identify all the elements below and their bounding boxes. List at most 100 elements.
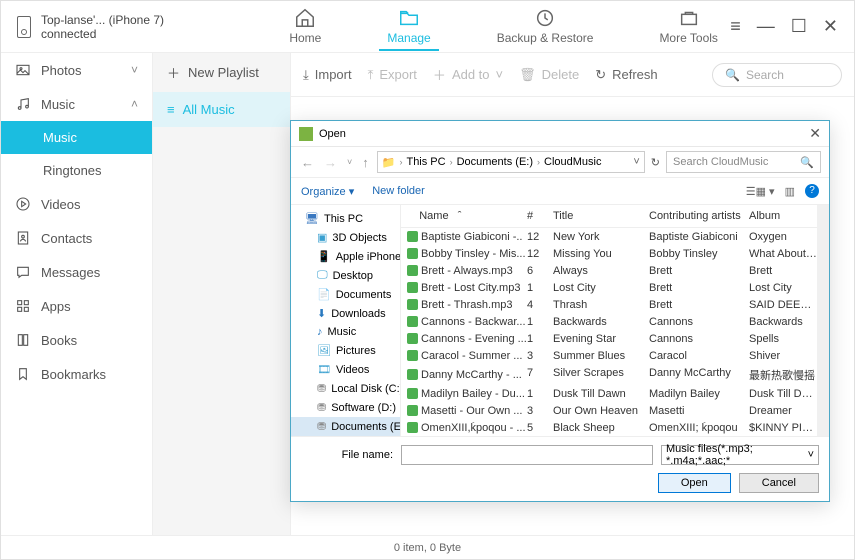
export-button[interactable]: ⤒Export (368, 67, 417, 83)
new-folder-button[interactable]: New folder (372, 185, 425, 197)
tab-tools[interactable]: More Tools (651, 3, 725, 51)
tree-iphone[interactable]: 📱Apple iPhone (291, 247, 400, 266)
file-row[interactable]: Baptiste Giabiconi -..12New YorkBaptiste… (401, 228, 817, 245)
audio-file-icon (407, 405, 418, 416)
dialog-body: 🖥This PC ▣3D Objects 📱Apple iPhone 🖵Desk… (291, 205, 829, 436)
file-row[interactable]: Danny McCarthy - ...7Silver ScrapesDanny… (401, 364, 817, 385)
chevron-down-icon: ˅ (496, 67, 504, 82)
sidebar-item-apps[interactable]: Apps (1, 289, 152, 323)
breadcrumb[interactable]: 📁 › This PC › Documents (E:) › CloudMusi… (377, 151, 645, 173)
col-name[interactable]: Name ˆ (407, 210, 527, 222)
file-list-header: Name ˆ # Title Contributing artists Albu… (401, 205, 817, 228)
folder-icon: 📁 (382, 156, 396, 169)
file-row[interactable]: Caracol - Summer ...3Summer BluesCaracol… (401, 347, 817, 364)
sidebar: Photos Music Music Ringtones Videos Cont… (1, 53, 153, 535)
file-row[interactable]: Cannons - Evening ...1Evening StarCannon… (401, 330, 817, 347)
close-icon[interactable]: ✕ (823, 16, 838, 37)
search-icon: 🔍 (800, 156, 814, 169)
audio-file-icon (407, 248, 418, 259)
dialog-nav: ← → ˅ ↑ 📁 › This PC › Documents (E:) › C… (291, 147, 829, 177)
back-icon[interactable]: ← (299, 155, 316, 170)
window-controls: ≡ — ☐ ✕ (730, 16, 838, 37)
tree-3d-objects[interactable]: ▣3D Objects (291, 228, 400, 247)
col-artists[interactable]: Contributing artists (649, 210, 749, 222)
up-icon[interactable]: ↑ (360, 155, 371, 170)
refresh-button[interactable]: ↻Refresh (595, 67, 657, 83)
minimize-icon[interactable]: — (757, 16, 775, 37)
open-button[interactable]: Open (658, 473, 731, 493)
tab-home[interactable]: Home (281, 3, 329, 51)
tree-documents[interactable]: 📄Documents (291, 285, 400, 304)
tree-local-c[interactable]: ⛃Local Disk (C:) (291, 379, 400, 398)
all-music-item[interactable]: ≡ All Music (153, 92, 290, 127)
file-list: Name ˆ # Title Contributing artists Albu… (401, 205, 817, 436)
addto-button[interactable]: ＋Add to˅ (433, 65, 503, 84)
tab-manage[interactable]: Manage (379, 3, 438, 51)
new-playlist-button[interactable]: ＋ New Playlist (153, 53, 290, 92)
dialog-close-icon[interactable]: ✕ (809, 125, 821, 142)
tree-downloads[interactable]: ⬇Downloads (291, 304, 400, 323)
col-album[interactable]: Album (749, 210, 817, 222)
view-mode-button[interactable]: ☰▦ ▾ (746, 185, 775, 198)
tree-desktop[interactable]: 🖵Desktop (291, 266, 400, 285)
device-status: connected (41, 27, 164, 41)
sidebar-item-books[interactable]: Books (1, 323, 152, 357)
help-icon[interactable]: ? (805, 184, 819, 198)
col-title[interactable]: Title (553, 210, 649, 222)
plus-icon: ＋ (167, 63, 180, 82)
menu-icon[interactable]: ≡ (730, 16, 741, 37)
sidebar-item-bookmarks[interactable]: Bookmarks (1, 357, 152, 391)
delete-button[interactable]: 🗑Delete (519, 67, 579, 83)
search-icon: 🔍 (725, 68, 740, 82)
sidebar-item-music[interactable]: Music (1, 87, 152, 121)
tree-software-d[interactable]: ⛃Software (D:) (291, 398, 400, 417)
file-row[interactable]: Madilyn Bailey - Du...1Dusk Till DawnMad… (401, 385, 817, 402)
export-icon: ⤒ (368, 67, 374, 83)
device-info: Top-lanse'... (iPhone 7) connected (17, 13, 277, 41)
breadcrumb-dropdown-icon[interactable]: ˅ (633, 156, 639, 168)
plus-icon: ＋ (433, 65, 446, 84)
sidebar-sub-music[interactable]: Music (1, 121, 152, 154)
cancel-button[interactable]: Cancel (739, 473, 819, 493)
sidebar-item-videos[interactable]: Videos (1, 187, 152, 221)
tree-videos[interactable]: 🎞Videos (291, 360, 400, 379)
import-icon: ⤓ (303, 67, 309, 83)
toolbar: ⤓Import ⤒Export ＋Add to˅ 🗑Delete ↻Refres… (291, 53, 854, 97)
tree-documents-e[interactable]: ⛃Documents (E:) (291, 417, 400, 436)
organize-button[interactable]: Organize ▾ (301, 185, 354, 198)
file-row[interactable]: Brett - Thrash.mp34ThrashBrettSAID DEEP … (401, 296, 817, 313)
forward-icon[interactable]: → (322, 155, 339, 170)
file-type-filter[interactable]: Music files(*.mp3; *.m4a;*.aac;*˅ (661, 445, 819, 465)
file-row[interactable]: Masetti - Our Own ...3Our Own HeavenMase… (401, 402, 817, 419)
dialog-toolbar: Organize ▾ New folder ☰▦ ▾ ▥ ? (291, 177, 829, 205)
nav-refresh-icon[interactable]: ↻ (651, 156, 660, 169)
file-row[interactable]: Bobby Tinsley - Mis...12Missing YouBobby… (401, 245, 817, 262)
tree-this-pc[interactable]: 🖥This PC (291, 209, 400, 228)
tree-music[interactable]: ♪Music (291, 323, 400, 341)
sidebar-item-contacts[interactable]: Contacts (1, 221, 152, 255)
file-row[interactable]: OmenXIII,ǩpoqou - ...5Black SheepOmenXII… (401, 419, 817, 436)
maximize-icon[interactable]: ☐ (791, 16, 807, 37)
import-button[interactable]: ⤓Import (303, 67, 352, 83)
audio-file-icon (407, 231, 418, 242)
filename-input[interactable] (401, 445, 653, 465)
file-row[interactable]: Brett - Always.mp36AlwaysBrettBrett (401, 262, 817, 279)
sidebar-item-photos[interactable]: Photos (1, 53, 152, 87)
file-row[interactable]: Cannons - Backwar...1BackwardsCannonsBac… (401, 313, 817, 330)
sidebar-item-messages[interactable]: Messages (1, 255, 152, 289)
file-list-scrollbar[interactable] (817, 205, 829, 436)
audio-file-icon (407, 299, 418, 310)
file-row[interactable]: Brett - Lost City.mp31Lost CityBrettLost… (401, 279, 817, 296)
audio-file-icon (407, 316, 418, 327)
search-input[interactable]: 🔍Search (712, 63, 842, 87)
tab-backup[interactable]: Backup & Restore (489, 3, 602, 51)
col-num[interactable]: # (527, 210, 553, 222)
dialog-titlebar: Open ✕ (291, 121, 829, 147)
tree-pictures[interactable]: 🖼Pictures (291, 341, 400, 360)
playlist-panel: ＋ New Playlist ≡ All Music (153, 53, 291, 535)
preview-pane-button[interactable]: ▥ (785, 185, 795, 198)
recent-icon[interactable]: ˅ (345, 157, 354, 167)
sidebar-sub-ringtones[interactable]: Ringtones (1, 154, 152, 187)
titlebar: Top-lanse'... (iPhone 7) connected Home … (1, 1, 854, 53)
dialog-search-input[interactable]: Search CloudMusic 🔍 (666, 151, 821, 173)
